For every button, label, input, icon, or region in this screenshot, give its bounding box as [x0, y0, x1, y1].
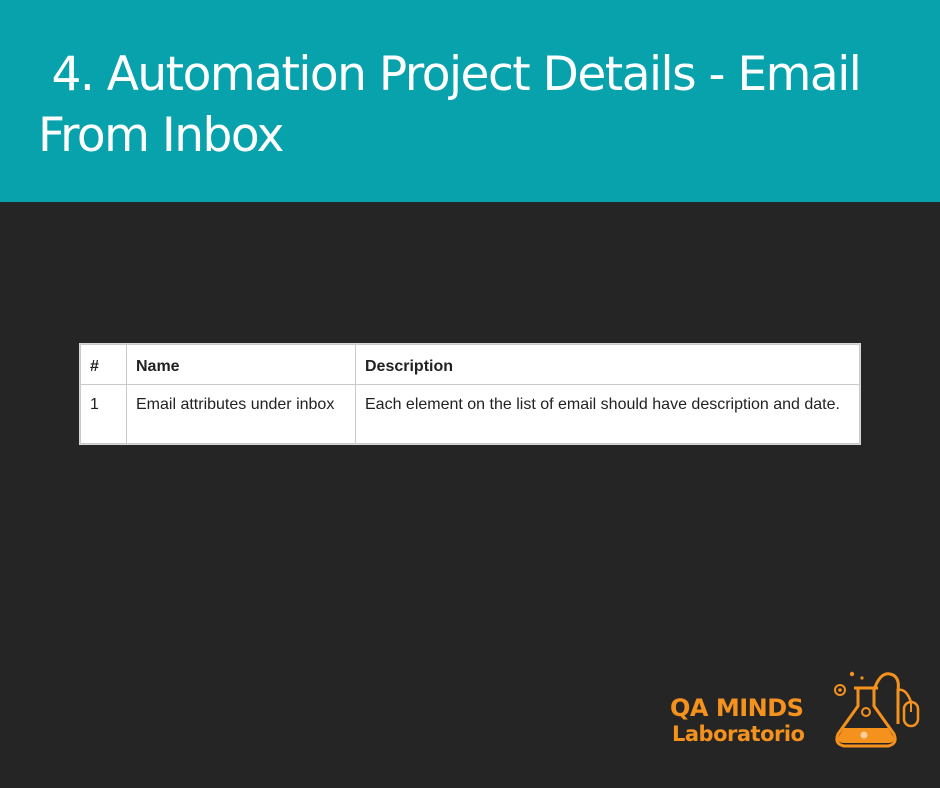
cell-description: Each element on the list of email should…	[355, 384, 860, 444]
column-header-description: Description	[355, 344, 860, 385]
title-banner: 4. Automation Project Details - Email Fr…	[0, 0, 940, 202]
cell-name: Email attributes under inbox	[126, 384, 356, 444]
logo-text-line-1: QA MINDS	[670, 694, 804, 722]
table-header-row: # Name Description	[80, 344, 860, 385]
slide-title: 4. Automation Project Details - Email Fr…	[38, 47, 874, 163]
requirements-table: # Name Description 1 Email attributes un…	[79, 343, 861, 445]
table-row: 1 Email attributes under inbox Each elem…	[80, 384, 860, 444]
cell-number: 1	[80, 384, 127, 444]
table: # Name Description 1 Email attributes un…	[80, 344, 860, 444]
flask-with-gears-and-mouse-icon	[834, 671, 920, 748]
logo-text-line-2: Laboratorio	[672, 722, 805, 746]
column-header-number: #	[80, 344, 127, 385]
column-header-name: Name	[126, 344, 356, 385]
qa-minds-logo: QA MINDS Laboratorio	[665, 668, 920, 752]
